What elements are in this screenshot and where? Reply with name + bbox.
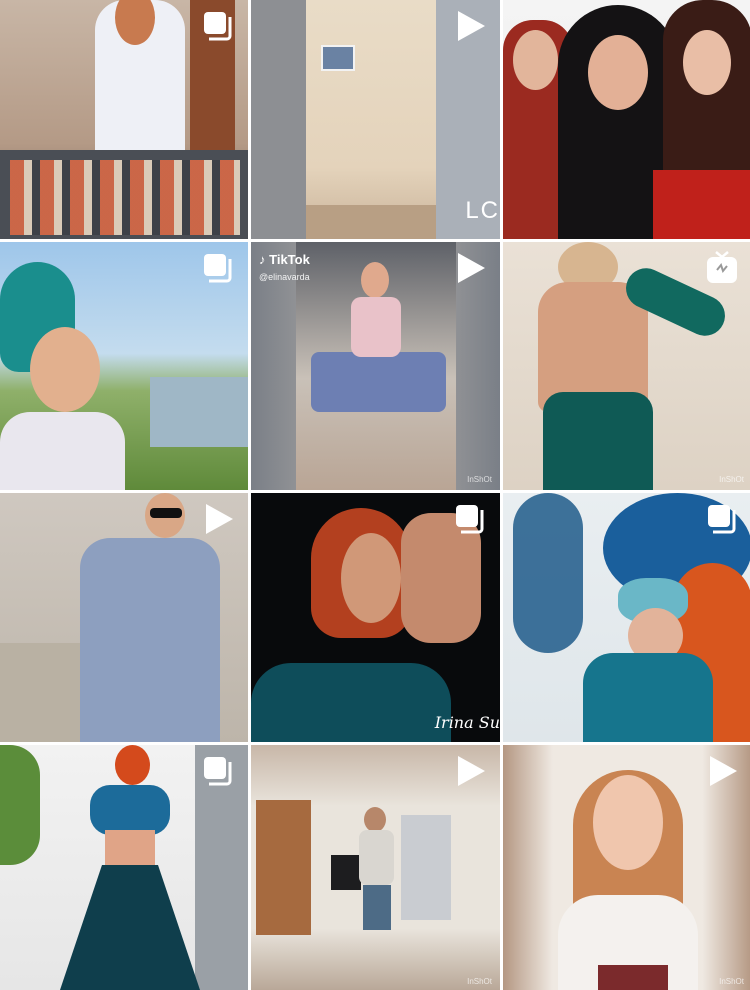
watermark-text: InShOt	[467, 977, 492, 986]
post-thumbnail[interactable]	[0, 0, 248, 239]
igtv-icon	[704, 250, 740, 286]
post-thumbnail[interactable]: LC	[251, 0, 500, 239]
play-icon	[452, 250, 488, 286]
post-thumbnail[interactable]: InShOt	[251, 745, 500, 990]
tiktok-brand-text: TikTok	[269, 252, 310, 267]
play-icon	[452, 753, 488, 789]
play-icon	[200, 501, 236, 537]
post-thumbnail[interactable]	[0, 745, 248, 990]
post-thumbnail[interactable]: InShOt	[503, 745, 750, 990]
carousel-icon	[704, 501, 740, 537]
play-icon	[452, 8, 488, 44]
carousel-icon	[200, 8, 236, 44]
post-thumbnail[interactable]	[0, 493, 248, 742]
post-thumbnail[interactable]	[0, 242, 248, 490]
tiktok-brand-label: ♪ TikTok	[259, 252, 310, 267]
play-icon	[704, 753, 740, 789]
post-thumbnail[interactable]: InShOt	[503, 242, 750, 490]
watermark-text: InShOt	[467, 475, 492, 484]
tiktok-icon: ♪	[259, 252, 266, 267]
post-thumbnail[interactable]	[503, 493, 750, 742]
post-image	[503, 0, 750, 239]
post-thumbnail[interactable]: ♪ TikTok @elinavarda InShOt	[251, 242, 500, 490]
profile-post-grid: LC ♪ TikTok @elinavarda InShOt InShOt Ir…	[0, 0, 750, 990]
post-thumbnail[interactable]: Irina Su	[251, 493, 500, 742]
post-thumbnail[interactable]	[503, 0, 750, 239]
watermark-text: InShOt	[719, 475, 744, 484]
carousel-icon	[200, 753, 236, 789]
tiktok-handle: @elinavarda	[259, 272, 310, 282]
watermark-text: InShOt	[719, 977, 744, 986]
video-caption-text: LC	[465, 197, 500, 224]
signature-text: Irina Su	[434, 713, 500, 732]
carousel-icon	[200, 250, 236, 286]
carousel-icon	[452, 501, 488, 537]
